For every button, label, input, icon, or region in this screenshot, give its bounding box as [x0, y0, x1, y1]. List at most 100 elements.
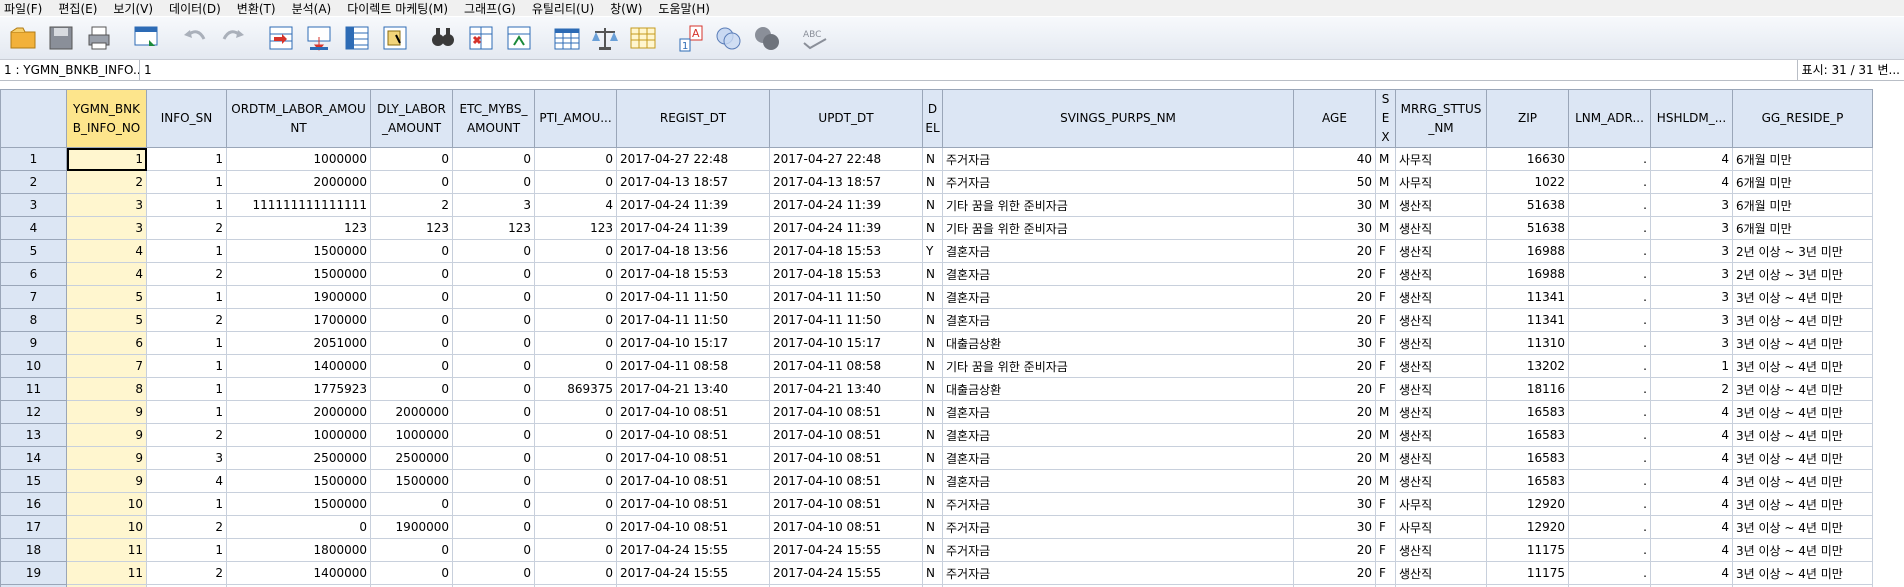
data-cell[interactable]: 2017-04-11 11:50	[769, 308, 923, 332]
data-cell[interactable]: 2017-04-11 11:50	[616, 308, 770, 332]
data-cell[interactable]: .	[1568, 239, 1651, 263]
data-cell[interactable]: 2017-04-10 08:51	[769, 446, 923, 470]
data-cell[interactable]: N	[922, 423, 943, 447]
data-cell[interactable]: 10	[66, 515, 147, 539]
data-cell[interactable]: 16583	[1486, 423, 1569, 447]
data-cell[interactable]: 0	[370, 285, 453, 309]
data-cell[interactable]: 0	[534, 446, 617, 470]
data-cell[interactable]: 2	[370, 193, 453, 217]
data-cell[interactable]: 1500000	[226, 492, 371, 516]
data-cell[interactable]: 생산직	[1395, 308, 1487, 332]
data-cell[interactable]: .	[1568, 354, 1651, 378]
data-cell[interactable]: 2017-04-13 18:57	[769, 170, 923, 194]
column-header-2[interactable]: ORDTM_LABOR_AMOU NT	[226, 89, 371, 148]
data-cell[interactable]: 5	[66, 308, 147, 332]
data-cell[interactable]: 0	[534, 147, 617, 171]
data-cell[interactable]: 4	[534, 193, 617, 217]
data-cell[interactable]: 20	[1293, 308, 1376, 332]
data-cell[interactable]: 기타 꿈을 위한 준비자금	[942, 193, 1294, 217]
data-cell[interactable]: 3년 이상 ~ 4년 미만	[1732, 377, 1873, 401]
data-cell[interactable]: F	[1375, 331, 1396, 355]
data-cell[interactable]: F	[1375, 561, 1396, 585]
data-cell[interactable]: 0	[370, 538, 453, 562]
data-cell[interactable]: 40	[1293, 147, 1376, 171]
data-cell[interactable]: 2017-04-10 08:51	[616, 400, 770, 424]
data-cell[interactable]: 1	[146, 147, 227, 171]
data-cell[interactable]: 2017-04-10 15:17	[616, 331, 770, 355]
data-cell[interactable]: 1000000	[370, 423, 453, 447]
data-cell[interactable]: 1	[146, 285, 227, 309]
data-cell[interactable]: 123	[452, 216, 535, 240]
column-header-10[interactable]: AGE	[1293, 89, 1376, 148]
data-cell[interactable]: 6개월 미만	[1732, 193, 1873, 217]
print-button[interactable]	[84, 23, 114, 53]
data-cell[interactable]: 16583	[1486, 446, 1569, 470]
data-cell[interactable]: 4	[1650, 538, 1733, 562]
redo-button[interactable]	[218, 23, 248, 53]
data-cell[interactable]: N	[922, 285, 943, 309]
data-cell[interactable]: 1500000	[226, 469, 371, 493]
data-cell[interactable]: 1	[146, 239, 227, 263]
use-sets-button[interactable]	[714, 23, 744, 53]
data-cell[interactable]: 2017-04-18 13:56	[616, 239, 770, 263]
data-cell[interactable]: 0	[452, 147, 535, 171]
data-cell[interactable]: 0	[452, 239, 535, 263]
data-cell[interactable]: 0	[370, 170, 453, 194]
data-cell[interactable]: 30	[1293, 331, 1376, 355]
row-number[interactable]: 13	[0, 423, 67, 447]
row-number[interactable]: 15	[0, 469, 67, 493]
data-cell[interactable]: 16583	[1486, 469, 1569, 493]
data-cell[interactable]: M	[1375, 147, 1396, 171]
column-header-0[interactable]: YGMN_BNK B_INFO_NO	[66, 89, 147, 148]
data-cell[interactable]: 0	[452, 492, 535, 516]
data-cell[interactable]: 1	[146, 400, 227, 424]
data-cell[interactable]: 생산직	[1395, 400, 1487, 424]
data-cell[interactable]: 5	[66, 285, 147, 309]
data-cell[interactable]: 주거자금	[942, 147, 1294, 171]
data-cell[interactable]: 3년 이상 ~ 4년 미만	[1732, 354, 1873, 378]
column-header-12[interactable]: MRRG_STTUS _NM	[1395, 89, 1487, 148]
data-cell[interactable]: 2017-04-10 08:51	[769, 515, 923, 539]
data-cell[interactable]: 20	[1293, 377, 1376, 401]
data-cell[interactable]: 11341	[1486, 308, 1569, 332]
data-cell[interactable]: 11175	[1486, 561, 1569, 585]
row-number[interactable]: 2	[0, 170, 67, 194]
data-cell[interactable]: 2017-04-21 13:40	[769, 377, 923, 401]
data-cell[interactable]: 2017-04-10 08:51	[616, 469, 770, 493]
data-cell[interactable]: 기타 꿈을 위한 준비자금	[942, 216, 1294, 240]
select-cases-button[interactable]	[628, 23, 658, 53]
open-folder-button[interactable]	[8, 23, 38, 53]
data-cell[interactable]: 2017-04-24 15:55	[616, 561, 770, 585]
row-number[interactable]: 5	[0, 239, 67, 263]
data-cell[interactable]: N	[922, 331, 943, 355]
data-cell[interactable]: 1022	[1486, 170, 1569, 194]
data-cell[interactable]: 4	[1650, 469, 1733, 493]
data-cell[interactable]: 3	[1650, 285, 1733, 309]
data-cell[interactable]: .	[1568, 492, 1651, 516]
data-cell[interactable]: F	[1375, 377, 1396, 401]
data-cell[interactable]: 대출금상환	[942, 377, 1294, 401]
data-cell[interactable]: 30	[1293, 515, 1376, 539]
data-cell[interactable]: 0	[534, 469, 617, 493]
data-cell[interactable]: 2017-04-27 22:48	[616, 147, 770, 171]
weight-cases-button[interactable]	[590, 23, 620, 53]
data-cell[interactable]: 0	[370, 308, 453, 332]
data-cell[interactable]: 0	[534, 239, 617, 263]
data-cell[interactable]: F	[1375, 354, 1396, 378]
data-cell[interactable]: N	[922, 446, 943, 470]
data-cell[interactable]: 1500000	[370, 469, 453, 493]
data-cell[interactable]: 0	[370, 492, 453, 516]
column-header-8[interactable]: D EL	[922, 89, 943, 148]
row-number[interactable]: 1	[0, 147, 67, 171]
data-cell[interactable]: 51638	[1486, 216, 1569, 240]
data-cell[interactable]: 50	[1293, 170, 1376, 194]
data-cell[interactable]: 0	[370, 354, 453, 378]
data-cell[interactable]: 1	[146, 538, 227, 562]
data-cell[interactable]: 사무직	[1395, 147, 1487, 171]
data-cell[interactable]: 2017-04-10 15:17	[769, 331, 923, 355]
data-cell[interactable]: 51638	[1486, 193, 1569, 217]
data-cell[interactable]: 사무직	[1395, 515, 1487, 539]
data-cell[interactable]: .	[1568, 446, 1651, 470]
menu-item-8[interactable]: 유틸리티(U)	[532, 0, 594, 17]
data-cell[interactable]: 결혼자금	[942, 239, 1294, 263]
